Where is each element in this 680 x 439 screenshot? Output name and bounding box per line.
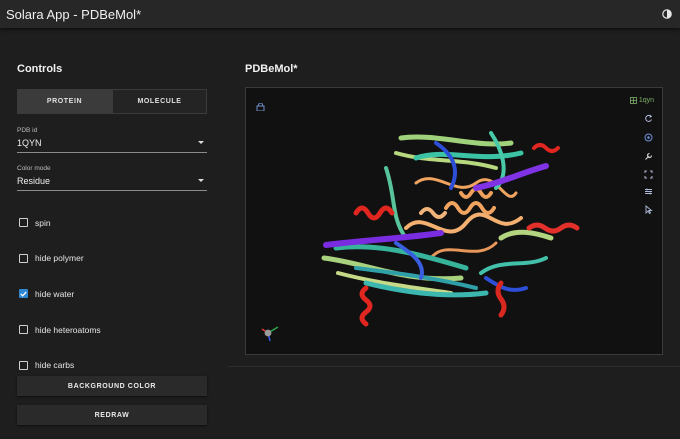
lock-icon[interactable] bbox=[256, 98, 265, 112]
hide-heteroatoms-label: hide heteroatoms bbox=[35, 324, 101, 335]
hide-water-checkbox[interactable]: hide water bbox=[17, 276, 207, 312]
tab-molecule[interactable]: MOLECULE bbox=[112, 89, 207, 114]
field-underline bbox=[17, 152, 207, 153]
grid-icon bbox=[629, 97, 637, 104]
app-bar: Solara App - PDBeMol* bbox=[0, 0, 680, 28]
chevron-down-icon bbox=[198, 141, 204, 144]
checkbox-box bbox=[19, 253, 28, 263]
controls-icon[interactable] bbox=[644, 187, 653, 196]
viewer-heading: PDBeMol* bbox=[245, 63, 298, 75]
pdb-id-select[interactable]: PDB id 1QYN bbox=[17, 127, 207, 153]
reset-icon[interactable] bbox=[644, 114, 653, 123]
structure-tag[interactable]: 1qyn bbox=[629, 97, 654, 104]
protein-structure-render[interactable] bbox=[246, 88, 663, 355]
fullscreen-icon[interactable] bbox=[644, 170, 653, 179]
mode-tabs: PROTEIN MOLECULE bbox=[17, 89, 207, 114]
hide-polymer-checkbox[interactable]: hide polymer bbox=[17, 241, 207, 277]
background-color-button[interactable]: BACKGROUND COLOR bbox=[17, 376, 207, 396]
color-mode-value: Residue bbox=[17, 176, 51, 186]
chevron-down-icon bbox=[198, 179, 204, 182]
theme-toggle-icon[interactable] bbox=[660, 7, 674, 21]
pdb-id-value: 1QYN bbox=[17, 138, 42, 148]
check-icon bbox=[20, 291, 27, 297]
molstar-viewer[interactable]: 1qyn bbox=[245, 87, 663, 355]
center-icon[interactable] bbox=[644, 133, 653, 142]
spin-label: spin bbox=[35, 217, 51, 228]
hide-carbs-label: hide carbs bbox=[35, 360, 75, 371]
app-title: Solara App - PDBeMol* bbox=[6, 6, 142, 22]
checkbox-box bbox=[19, 360, 28, 370]
settings-icon[interactable] bbox=[644, 152, 653, 161]
divider bbox=[228, 366, 680, 367]
option-checkboxes: spin hide polymer hide water hide hetero… bbox=[17, 205, 207, 383]
redraw-button[interactable]: REDRAW bbox=[17, 405, 207, 425]
checkbox-box bbox=[19, 218, 28, 228]
field-underline bbox=[17, 190, 207, 191]
controls-panel: Controls PROTEIN MOLECULE PDB id 1QYN Co… bbox=[17, 63, 207, 383]
hide-polymer-label: hide polymer bbox=[35, 253, 84, 264]
color-mode-select[interactable]: Color mode Residue bbox=[17, 165, 207, 191]
tab-protein[interactable]: PROTEIN bbox=[17, 89, 112, 114]
structure-tag-label: 1qyn bbox=[638, 97, 654, 104]
pdb-id-label: PDB id bbox=[17, 127, 38, 134]
checkbox-box bbox=[19, 325, 28, 335]
orientation-axes-icon bbox=[260, 322, 282, 342]
select-icon[interactable] bbox=[644, 205, 653, 214]
hide-water-label: hide water bbox=[35, 288, 75, 299]
hide-heteroatoms-checkbox[interactable]: hide heteroatoms bbox=[17, 312, 207, 348]
color-mode-label: Color mode bbox=[17, 165, 51, 172]
controls-heading: Controls bbox=[17, 63, 63, 75]
spin-checkbox[interactable]: spin bbox=[17, 205, 207, 241]
checkbox-checked bbox=[19, 289, 28, 299]
